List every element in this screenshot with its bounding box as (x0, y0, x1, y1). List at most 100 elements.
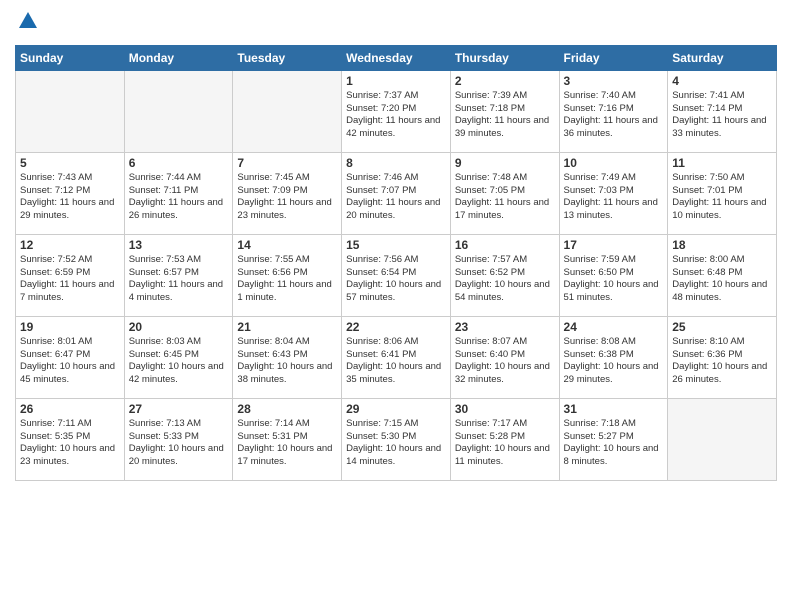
day-info: Sunrise: 7:14 AM Sunset: 5:31 PM Dayligh… (237, 418, 337, 469)
day-info: Sunrise: 7:55 AM Sunset: 6:56 PM Dayligh… (237, 254, 337, 305)
day-number: 25 (672, 320, 772, 334)
week-row-5: 26 Sunrise: 7:11 AM Sunset: 5:35 PM Dayli… (16, 398, 777, 480)
day-number: 5 (20, 156, 120, 170)
day-number: 11 (672, 156, 772, 170)
day-number: 4 (672, 74, 772, 88)
day-info: Sunrise: 8:06 AM Sunset: 6:41 PM Dayligh… (346, 336, 446, 387)
calendar-cell: 20 Sunrise: 8:03 AM Sunset: 6:45 PM Dayli… (124, 316, 233, 398)
week-row-1: 1 Sunrise: 7:37 AM Sunset: 7:20 PM Daylig… (16, 70, 777, 152)
day-number: 12 (20, 238, 120, 252)
day-info: Sunrise: 7:39 AM Sunset: 7:18 PM Dayligh… (455, 90, 555, 141)
calendar-cell: 13 Sunrise: 7:53 AM Sunset: 6:57 PM Dayli… (124, 234, 233, 316)
day-number: 23 (455, 320, 555, 334)
calendar-cell: 2 Sunrise: 7:39 AM Sunset: 7:18 PM Daylig… (450, 70, 559, 152)
day-info: Sunrise: 7:44 AM Sunset: 7:11 PM Dayligh… (129, 172, 229, 223)
calendar-cell: 14 Sunrise: 7:55 AM Sunset: 6:56 PM Dayli… (233, 234, 342, 316)
calendar-cell: 12Sunrise: 7:52 AM Sunset: 6:59 PM Dayli… (16, 234, 125, 316)
day-info: Sunrise: 7:53 AM Sunset: 6:57 PM Dayligh… (129, 254, 229, 305)
calendar-cell: 9Sunrise: 7:48 AM Sunset: 7:05 PM Daylig… (450, 152, 559, 234)
day-number: 28 (237, 402, 337, 416)
calendar-cell: 24 Sunrise: 8:08 AM Sunset: 6:38 PM Dayli… (559, 316, 668, 398)
day-number: 29 (346, 402, 446, 416)
calendar-cell: 26 Sunrise: 7:11 AM Sunset: 5:35 PM Dayli… (16, 398, 125, 480)
day-info: Sunrise: 7:45 AM Sunset: 7:09 PM Dayligh… (237, 172, 337, 223)
day-number: 17 (564, 238, 664, 252)
calendar-cell: 5 Sunrise: 7:43 AM Sunset: 7:12 PM Daylig… (16, 152, 125, 234)
header (15, 10, 777, 37)
logo-icon (17, 10, 39, 32)
day-info: Sunrise: 7:15 AM Sunset: 5:30 PM Dayligh… (346, 418, 446, 469)
day-info: Sunrise: 7:57 AM Sunset: 6:52 PM Dayligh… (455, 254, 555, 305)
day-number: 31 (564, 402, 664, 416)
calendar-cell: 3 Sunrise: 7:40 AM Sunset: 7:16 PM Daylig… (559, 70, 668, 152)
day-number: 7 (237, 156, 337, 170)
day-info: Sunrise: 7:37 AM Sunset: 7:20 PM Dayligh… (346, 90, 446, 141)
day-info: Sunrise: 7:50 AM Sunset: 7:01 PM Dayligh… (672, 172, 772, 223)
day-number: 21 (237, 320, 337, 334)
day-number: 10 (564, 156, 664, 170)
day-number: 14 (237, 238, 337, 252)
day-info: Sunrise: 7:46 AM Sunset: 7:07 PM Dayligh… (346, 172, 446, 223)
day-number: 6 (129, 156, 229, 170)
calendar-cell: 1 Sunrise: 7:37 AM Sunset: 7:20 PM Daylig… (342, 70, 451, 152)
calendar-cell: 21 Sunrise: 8:04 AM Sunset: 6:43 PM Dayli… (233, 316, 342, 398)
calendar-cell: 31Sunrise: 7:18 AM Sunset: 5:27 PM Dayli… (559, 398, 668, 480)
day-number: 22 (346, 320, 446, 334)
logo (15, 10, 39, 37)
day-number: 16 (455, 238, 555, 252)
calendar-cell: 16 Sunrise: 7:57 AM Sunset: 6:52 PM Dayli… (450, 234, 559, 316)
calendar-cell: 8Sunrise: 7:46 AM Sunset: 7:07 PM Daylig… (342, 152, 451, 234)
day-number: 26 (20, 402, 120, 416)
calendar-cell: 17 Sunrise: 7:59 AM Sunset: 6:50 PM Dayli… (559, 234, 668, 316)
weekday-header-sunday: Sunday (16, 45, 125, 70)
week-row-4: 19Sunrise: 8:01 AM Sunset: 6:47 PM Dayli… (16, 316, 777, 398)
calendar-cell: 7 Sunrise: 7:45 AM Sunset: 7:09 PM Daylig… (233, 152, 342, 234)
day-info: Sunrise: 7:41 AM Sunset: 7:14 PM Dayligh… (672, 90, 772, 141)
weekday-header-thursday: Thursday (450, 45, 559, 70)
day-info: Sunrise: 8:01 AM Sunset: 6:47 PM Dayligh… (20, 336, 120, 387)
day-info: Sunrise: 7:40 AM Sunset: 7:16 PM Dayligh… (564, 90, 664, 141)
week-row-2: 5 Sunrise: 7:43 AM Sunset: 7:12 PM Daylig… (16, 152, 777, 234)
calendar-cell: 15Sunrise: 7:56 AM Sunset: 6:54 PM Dayli… (342, 234, 451, 316)
calendar: SundayMondayTuesdayWednesdayThursdayFrid… (15, 45, 777, 481)
calendar-cell: 4 Sunrise: 7:41 AM Sunset: 7:14 PM Daylig… (668, 70, 777, 152)
day-info: Sunrise: 8:08 AM Sunset: 6:38 PM Dayligh… (564, 336, 664, 387)
day-number: 27 (129, 402, 229, 416)
day-info: Sunrise: 7:59 AM Sunset: 6:50 PM Dayligh… (564, 254, 664, 305)
day-number: 30 (455, 402, 555, 416)
calendar-cell: 28 Sunrise: 7:14 AM Sunset: 5:31 PM Dayli… (233, 398, 342, 480)
calendar-cell: 6 Sunrise: 7:44 AM Sunset: 7:11 PM Daylig… (124, 152, 233, 234)
calendar-cell: 18 Sunrise: 8:00 AM Sunset: 6:48 PM Dayli… (668, 234, 777, 316)
day-info: Sunrise: 8:10 AM Sunset: 6:36 PM Dayligh… (672, 336, 772, 387)
day-info: Sunrise: 8:04 AM Sunset: 6:43 PM Dayligh… (237, 336, 337, 387)
weekday-header-row: SundayMondayTuesdayWednesdayThursdayFrid… (16, 45, 777, 70)
day-number: 3 (564, 74, 664, 88)
day-number: 13 (129, 238, 229, 252)
day-number: 18 (672, 238, 772, 252)
calendar-cell (16, 70, 125, 152)
calendar-cell (668, 398, 777, 480)
logo-text (15, 10, 39, 37)
day-number: 20 (129, 320, 229, 334)
calendar-cell: 11 Sunrise: 7:50 AM Sunset: 7:01 PM Dayli… (668, 152, 777, 234)
weekday-header-friday: Friday (559, 45, 668, 70)
weekday-header-saturday: Saturday (668, 45, 777, 70)
day-info: Sunrise: 7:11 AM Sunset: 5:35 PM Dayligh… (20, 418, 120, 469)
week-row-3: 12Sunrise: 7:52 AM Sunset: 6:59 PM Dayli… (16, 234, 777, 316)
weekday-header-tuesday: Tuesday (233, 45, 342, 70)
day-number: 1 (346, 74, 446, 88)
calendar-cell: 23 Sunrise: 8:07 AM Sunset: 6:40 PM Dayli… (450, 316, 559, 398)
day-info: Sunrise: 8:00 AM Sunset: 6:48 PM Dayligh… (672, 254, 772, 305)
calendar-cell (233, 70, 342, 152)
calendar-cell: 30Sunrise: 7:17 AM Sunset: 5:28 PM Dayli… (450, 398, 559, 480)
day-number: 24 (564, 320, 664, 334)
day-number: 15 (346, 238, 446, 252)
calendar-cell: 22 Sunrise: 8:06 AM Sunset: 6:41 PM Dayli… (342, 316, 451, 398)
day-info: Sunrise: 8:03 AM Sunset: 6:45 PM Dayligh… (129, 336, 229, 387)
calendar-cell: 25 Sunrise: 8:10 AM Sunset: 6:36 PM Dayli… (668, 316, 777, 398)
day-info: Sunrise: 7:48 AM Sunset: 7:05 PM Dayligh… (455, 172, 555, 223)
day-info: Sunrise: 7:43 AM Sunset: 7:12 PM Dayligh… (20, 172, 120, 223)
day-number: 2 (455, 74, 555, 88)
calendar-cell (124, 70, 233, 152)
day-info: Sunrise: 8:07 AM Sunset: 6:40 PM Dayligh… (455, 336, 555, 387)
